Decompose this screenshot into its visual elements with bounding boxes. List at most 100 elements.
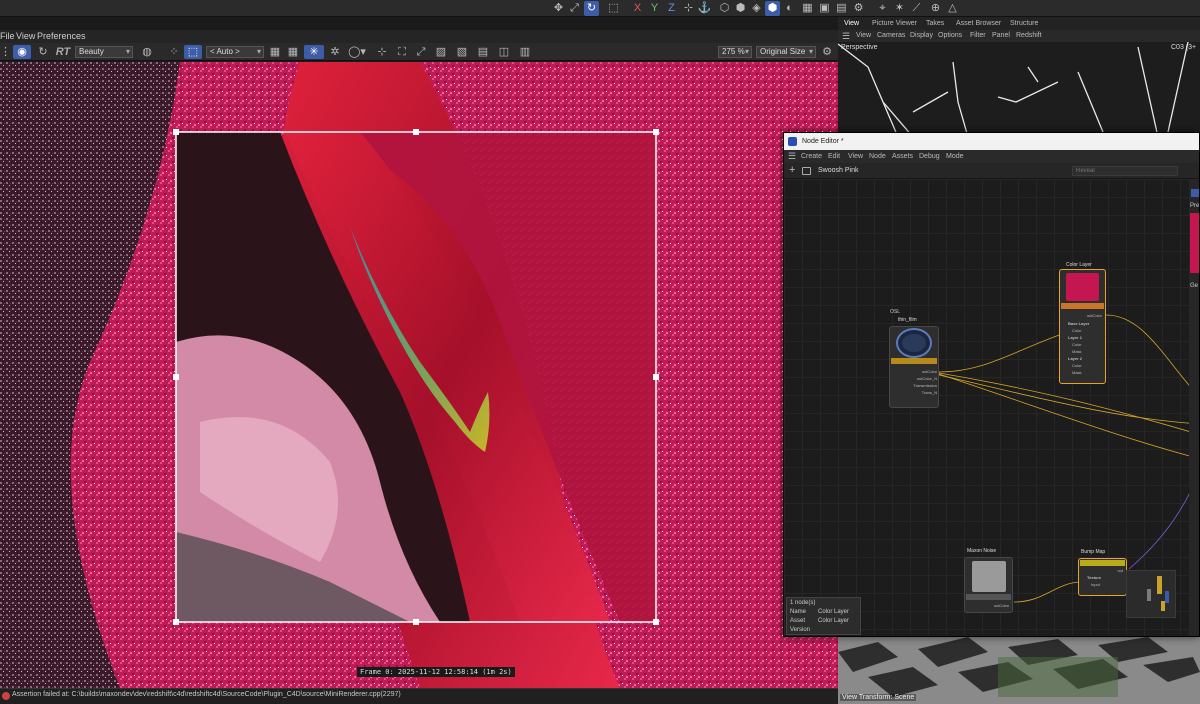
row-texture[interactable]: Texture [1087,575,1101,580]
snap-icon[interactable]: ⚓ [697,1,712,16]
axis-z-toggle[interactable]: Z [664,1,679,16]
menu-file[interactable]: File [0,30,15,43]
menu-redshift[interactable]: Redshift [1016,30,1042,42]
expand-icon[interactable]: ⤢ [415,45,427,59]
menu-node[interactable]: Node [869,150,886,163]
menu-view[interactable]: View [856,30,871,42]
attr-color-swatch[interactable] [1190,213,1199,273]
points-mode-icon[interactable]: ⬢ [733,1,748,16]
port-outcolor[interactable]: outColor [922,369,937,374]
menu-assets[interactable]: Assets [892,150,913,163]
port-outcolor-n[interactable]: outColor_N [917,376,937,381]
breadcrumb-material[interactable]: Swoosh Pink [818,167,858,174]
render-settings-icon[interactable]: ⚙ [851,1,866,16]
tab-structure[interactable]: Structure [1010,17,1038,30]
image-add-icon[interactable]: ▧ [456,45,468,59]
menu-edit[interactable]: Edit [828,150,840,163]
size-select[interactable]: Original Size [756,46,816,58]
row-mask[interactable]: Mask [1072,370,1082,375]
compare-icon[interactable]: ◫ [498,45,510,59]
axis-x-toggle[interactable]: X [630,1,645,16]
layer-select[interactable]: Beauty [75,46,133,58]
tab-takes[interactable]: Takes [926,17,944,30]
rotate-icon[interactable]: ↻ [584,1,599,16]
menu-mode[interactable]: Mode [946,150,964,163]
menu-options[interactable]: Options [938,30,962,42]
move-icon[interactable]: ✥ [551,1,566,16]
channel-icon[interactable]: ◍ [139,45,155,59]
menu-debug[interactable]: Debug [919,150,940,163]
port-outcolor[interactable]: outColor [1087,313,1102,318]
bump-map-node[interactable]: Bump Map out Texture Input [1078,549,1127,596]
row-color[interactable]: Color [1072,363,1082,368]
render-to-pv-icon[interactable]: ▤ [834,1,849,16]
row-color[interactable]: Color [1072,342,1082,347]
main-toolbar: ✥ ⤢ ↻ ⬚ X Y Z ⊹ ⚓ ⬡ ⬢ ◈ ⬢ ◐ ▦ ▣ ▤ ⚙ ⌖ ✶ … [0,0,1200,17]
sparkle-icon[interactable]: ✳ [304,45,324,59]
render-view-icon[interactable]: ▣ [817,1,832,16]
spline-icon[interactable]: ⟋ [909,1,924,16]
row-color[interactable]: Color [1072,328,1082,333]
add-icon[interactable]: + [789,164,795,176]
edges-mode-icon[interactable]: ◈ [749,1,764,16]
zoom-field[interactable]: 275 % [718,46,752,58]
region-render-icon[interactable]: ⬚ [184,45,202,59]
port-trans-n[interactable]: Trans_N [922,390,937,395]
tab-asset-browser[interactable]: Asset Browser [956,17,1001,30]
gear-icon[interactable]: ⚙ [820,45,834,59]
color-layer-node[interactable]: Color Layer outColor Base Layer Color La… [1059,262,1106,384]
rt-toggle[interactable]: RT [55,45,71,59]
menu-view[interactable]: View [16,30,35,43]
attr-tab-icon[interactable] [1191,189,1199,197]
snapshot-icon[interactable]: ▤ [477,45,489,59]
tab-view[interactable]: View [844,17,859,30]
node-editor-titlebar[interactable]: Node Editor * [784,133,1199,150]
coordinate-system-icon[interactable]: ⊹ [681,1,696,16]
port-transmission[interactable]: Transmission [913,383,937,388]
menu-preferences[interactable]: Preferences [37,30,86,43]
circle-dropdown-icon[interactable]: ◯▾ [347,45,367,59]
port-out[interactable]: out [1117,568,1123,573]
tab-picture-viewer[interactable]: Picture Viewer [872,17,917,30]
maxon-noise-node[interactable]: Maxon Noise outColor [964,548,1013,613]
grid-icon[interactable]: ▦ [287,45,299,59]
deformer-icon[interactable]: △ [945,1,960,16]
menu-create[interactable]: Create [801,150,822,163]
polygons-mode-icon[interactable]: ⬢ [765,1,780,16]
select-icon[interactable]: ⬚ [606,1,621,16]
row-input[interactable]: Input [1091,582,1100,587]
camera-icon[interactable]: ⌖ [875,1,890,16]
light-icon[interactable]: ✶ [892,1,907,16]
render-image[interactable]: Frame 0: 2025-11-12 12:58:14 (1m 2s) [0,62,838,688]
hamburger-icon[interactable]: ☰ [788,150,796,163]
fit-icon[interactable]: ⛶ [396,45,408,59]
reveal-search-input[interactable] [1072,166,1178,176]
refresh-icon[interactable]: ↻ [36,45,50,59]
model-mode-icon[interactable]: ⬡ [717,1,732,16]
thin-film-node[interactable]: thin_film outColor outColor_N Transmissi… [889,317,939,408]
hamburger-icon[interactable]: ☰ [842,30,850,42]
menu-view[interactable]: View [848,150,863,163]
port-outcolor[interactable]: outColor [994,603,1009,608]
bucket-icon[interactable]: ▦ [269,45,281,59]
3d-viewport[interactable]: Perspective C03 (3+ [838,42,1200,137]
menu-panel[interactable]: Panel [992,30,1010,42]
filter-select[interactable]: < Auto > [206,46,264,58]
menu-filter[interactable]: Filter [970,30,986,42]
minimap[interactable] [1126,570,1176,618]
row-mask[interactable]: Mask [1072,349,1082,354]
image-icon[interactable]: ▨ [435,45,447,59]
node-graph-canvas[interactable]: OSL thin_film outColor outColor_N Transm… [784,179,1199,636]
menu-display[interactable]: Display [910,30,933,42]
axis-y-toggle[interactable]: Y [647,1,662,16]
scale-icon[interactable]: ⤢ [567,1,582,16]
uv-mode-icon[interactable]: ◐ [782,1,797,16]
menu-cameras[interactable]: Cameras [877,30,905,42]
generator-icon[interactable]: ⊕ [928,1,943,16]
render-region-icon[interactable]: ▦ [800,1,815,16]
settings-icon[interactable]: ✲ [329,45,341,59]
render-icon[interactable]: ◉ [13,45,31,59]
focus-icon[interactable]: ⊹ [376,45,388,59]
grid-dots-icon[interactable]: ⁘ [168,45,180,59]
save-image-icon[interactable]: ▥ [519,45,531,59]
